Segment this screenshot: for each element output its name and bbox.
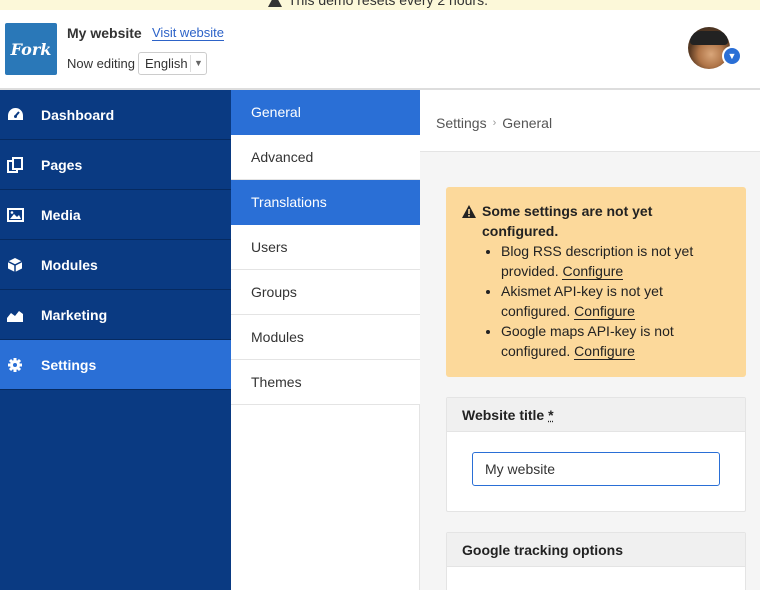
nav-item-label: Dashboard — [41, 106, 115, 123]
nav-item-media[interactable]: Media — [0, 190, 231, 240]
configure-link[interactable]: Configure — [574, 343, 635, 360]
nav-item-dashboard[interactable]: Dashboard — [0, 90, 231, 140]
nav-item-settings[interactable]: Settings — [0, 340, 231, 390]
subnav-item-modules[interactable]: Modules — [231, 315, 420, 360]
website-title-heading: Website title * — [447, 398, 745, 432]
website-title-label: Website title — [462, 407, 545, 423]
warning-title: Some settings are not yet configured. — [462, 201, 730, 241]
demo-banner: This demo resets every 2 hours. — [0, 0, 760, 10]
google-tracking-heading: Google tracking options — [447, 533, 745, 567]
visit-website-link[interactable]: Visit website — [152, 26, 225, 41]
pages-icon — [6, 156, 24, 174]
warning-list: Blog RSS description is not yet provided… — [501, 241, 730, 361]
nav-item-label: Media — [41, 206, 81, 223]
required-mark: * — [548, 407, 554, 423]
breadcrumb-current: General — [502, 115, 553, 131]
configure-link[interactable]: Configure — [562, 263, 624, 280]
gear-icon — [6, 356, 24, 374]
main-navigation: Dashboard Pages Media Modules Marketing … — [0, 90, 231, 590]
nav-item-label: Settings — [41, 356, 97, 373]
warning-icon — [462, 201, 476, 241]
chevron-down-icon: ▼ — [190, 55, 206, 72]
demo-banner-text: This demo resets every 2 hours. — [288, 0, 488, 8]
chart-icon — [6, 306, 24, 324]
now-editing-label: Now editing — [67, 56, 135, 71]
nav-item-marketing[interactable]: Marketing — [0, 290, 231, 340]
image-icon — [6, 206, 24, 224]
nav-item-label: Pages — [41, 156, 83, 173]
subnav-item-themes[interactable]: Themes — [231, 360, 420, 405]
subnav-item-users[interactable]: Users — [231, 225, 420, 270]
nav-item-modules[interactable]: Modules — [0, 240, 231, 290]
subnav-item-groups[interactable]: Groups — [231, 270, 420, 315]
dashboard-icon — [6, 106, 24, 124]
website-title-input[interactable] — [472, 452, 720, 486]
warning-title-text: Some settings are not yet configured. — [482, 203, 653, 239]
warning-icon — [268, 0, 282, 7]
nav-item-label: Marketing — [41, 306, 108, 323]
breadcrumb: Settings › General — [436, 115, 552, 131]
list-item: Blog RSS description is not yet provided… — [501, 241, 730, 281]
subnav-item-advanced[interactable]: Advanced — [231, 135, 420, 180]
list-item: Akismet API-key is not yet configured. C… — [501, 281, 730, 321]
google-tracking-panel: Google tracking options — [446, 532, 746, 590]
site-name: My website — [67, 25, 142, 41]
nav-item-pages[interactable]: Pages — [0, 140, 231, 190]
cube-icon — [6, 256, 24, 274]
breadcrumb-separator: › — [492, 117, 497, 129]
settings-warning-alert: Some settings are not yet configured. Bl… — [446, 187, 746, 377]
language-value: English — [145, 56, 188, 71]
main-content: Settings › General Some settings are not… — [420, 90, 760, 590]
chevron-down-icon[interactable]: ▼ — [722, 46, 742, 66]
language-select[interactable]: English ▼ — [138, 52, 207, 75]
breadcrumb-bar: Settings › General — [420, 90, 760, 152]
nav-item-label: Modules — [41, 256, 98, 273]
fork-logo[interactable]: Fork — [5, 23, 57, 75]
configure-link[interactable]: Configure — [574, 303, 635, 320]
breadcrumb-root[interactable]: Settings — [436, 115, 487, 131]
subnav-item-general[interactable]: General — [231, 90, 420, 135]
list-item: Google maps API-key is not configured. C… — [501, 321, 730, 361]
settings-subnavigation: General Advanced Translations Users Grou… — [231, 90, 420, 590]
avatar-hat — [690, 31, 728, 45]
top-header: Fork My website Visit website Now editin… — [0, 10, 760, 90]
website-title-panel: Website title * — [446, 397, 746, 512]
logo-text: Fork — [10, 39, 52, 59]
subnav-item-translations[interactable]: Translations — [231, 180, 420, 225]
